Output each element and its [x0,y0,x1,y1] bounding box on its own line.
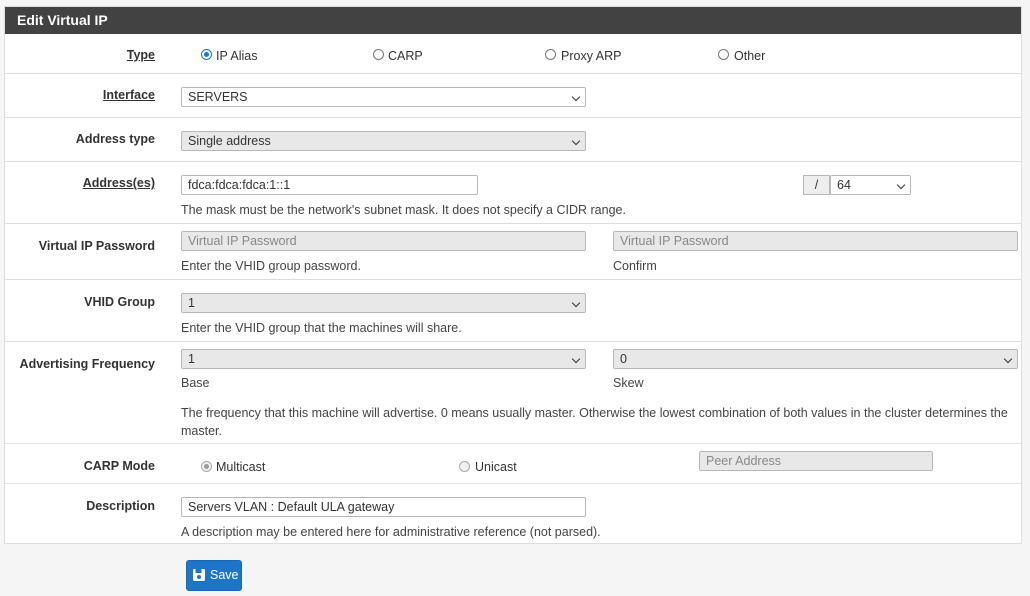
type-other-radio[interactable] [718,49,729,60]
type-ip-alias-radio[interactable] [201,49,212,60]
type-row: Type IP Alias CARP Proxy ARP Other [5,34,1021,74]
cidr-slash-addon: / [803,175,830,195]
address-help: The mask must be the network's subnet ma… [181,203,626,217]
type-ip-alias-label[interactable]: IP Alias [216,49,257,63]
address-type-row: Address type Single address [5,117,1021,161]
adv-skew-value: 0 [620,352,627,366]
type-carp-radio[interactable] [373,49,384,60]
address-type-select[interactable]: Single address [181,131,586,151]
interface-value: SERVERS [188,90,248,104]
peer-address-input[interactable]: Peer Address [699,451,933,471]
carp-multicast-label[interactable]: Multicast [216,460,265,474]
chevron-down-icon [571,92,581,102]
description-input[interactable]: Servers VLAN : Default ULA gateway [181,497,586,517]
adv-skew-help: Skew [613,376,644,390]
chevron-down-icon [571,354,581,364]
adv-freq-row: Advertising Frequency 1 0 Base Skew The … [5,341,1021,443]
description-row: Description Servers VLAN : Default ULA g… [5,483,1021,545]
vhid-select[interactable]: 1 [181,293,586,313]
type-label[interactable]: Type [5,48,155,62]
carp-unicast-radio[interactable] [459,461,470,472]
vhid-help: Enter the VHID group that the machines w… [181,321,462,335]
vip-password-label: Virtual IP Password [38,239,155,253]
address-input[interactable]: fdca:fdca:fdca:1::1 [181,175,478,195]
carp-mode-row: CARP Mode Multicast Unicast Peer Address [5,443,1021,483]
vip-password-input[interactable]: Virtual IP Password [181,231,586,251]
save-button[interactable]: Save [186,560,242,591]
interface-label[interactable]: Interface [5,88,155,102]
adv-base-help: Base [181,376,210,390]
vhid-label: VHID Group [84,295,155,309]
vip-password-help: Enter the VHID group password. [181,259,361,273]
mask-value: 64 [837,178,851,192]
type-proxy-arp-label[interactable]: Proxy ARP [561,49,621,63]
address-type-value: Single address [188,134,271,148]
interface-select[interactable]: SERVERS [181,87,586,107]
adv-base-select[interactable]: 1 [181,349,586,369]
adv-skew-select[interactable]: 0 [613,349,1018,369]
description-label: Description [86,499,155,513]
chevron-down-icon [571,298,581,308]
panel-title: Edit Virtual IP [5,7,1021,34]
chevron-down-icon [1003,354,1013,364]
edit-virtual-ip-panel: Edit Virtual IP Type IP Alias CARP Proxy… [4,6,1022,544]
adv-freq-help: The frequency that this machine will adv… [181,406,1008,438]
type-other-label[interactable]: Other [734,49,765,63]
address-type-label: Address type [75,132,155,146]
address-row: Address(es) fdca:fdca:fdca:1::1 / 64 The… [5,161,1021,223]
vhid-row: VHID Group 1 Enter the VHID group that t… [5,279,1021,341]
vhid-value: 1 [188,296,195,310]
vip-password-row: Virtual IP Password Virtual IP Password … [5,223,1021,279]
mask-select[interactable]: 64 [830,175,911,195]
adv-base-value: 1 [188,352,195,366]
vip-password-confirm-help: Confirm [613,259,657,273]
save-button-label: Save [210,568,239,582]
description-help: A description may be entered here for ad… [181,525,601,539]
chevron-down-icon [571,136,581,146]
carp-multicast-radio[interactable] [201,461,212,472]
save-icon [193,569,205,581]
interface-row: Interface SERVERS [5,73,1021,117]
vip-password-confirm-input[interactable]: Virtual IP Password [613,231,1018,251]
type-proxy-arp-radio[interactable] [545,49,556,60]
adv-freq-label: Advertising Frequency [19,357,155,371]
type-carp-label[interactable]: CARP [388,49,423,63]
carp-unicast-label[interactable]: Unicast [475,460,517,474]
carp-mode-label: CARP Mode [83,459,155,473]
chevron-down-icon [896,180,906,190]
address-label[interactable]: Address(es) [5,176,155,190]
